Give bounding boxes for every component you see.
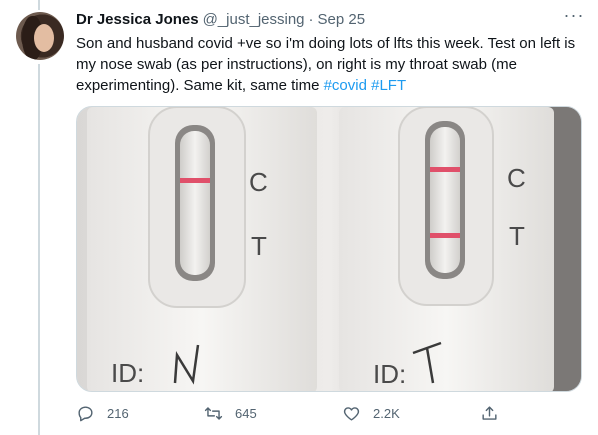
author-name[interactable]: Dr Jessica Jones: [76, 11, 199, 28]
avatar[interactable]: [16, 12, 64, 60]
separator-dot: ·: [308, 11, 314, 28]
reply-icon: [78, 405, 93, 421]
more-options-icon[interactable]: ···: [562, 6, 586, 28]
retweet-button[interactable]: 645: [204, 398, 257, 428]
author-handle[interactable]: @_just_jessing: [203, 11, 305, 28]
right-test-line: [430, 233, 460, 238]
right-t-label: T: [509, 221, 525, 251]
reply-count: 216: [107, 405, 129, 421]
left-control-line: [180, 178, 210, 183]
tweet-photo[interactable]: C T ID: C T ID:: [76, 106, 582, 392]
like-button[interactable]: 2.2K: [342, 398, 400, 428]
retweet-count: 645: [235, 405, 257, 421]
right-id-label: ID:: [373, 359, 406, 389]
left-id-label: ID:: [111, 358, 144, 388]
right-test-cassette: C T ID:: [339, 107, 554, 391]
reply-button[interactable]: 216: [76, 398, 129, 428]
hashtag-covid[interactable]: #covid: [324, 77, 367, 94]
share-button[interactable]: [480, 398, 499, 428]
share-icon: [482, 405, 497, 420]
lft-photo-illustration: C T ID: C T ID:: [77, 107, 581, 391]
right-control-line: [430, 167, 460, 172]
like-count: 2.2K: [373, 405, 400, 421]
left-test-cassette: C T ID:: [87, 107, 317, 391]
thread-line: [38, 64, 40, 435]
retweet-icon: [204, 406, 223, 420]
right-c-label: C: [507, 163, 526, 193]
tweet-header: Dr Jessica Jones @_just_jessing · Sep 25: [76, 11, 365, 28]
heart-icon: [343, 406, 360, 421]
tweet-actions: 216 645 2.2K: [70, 398, 580, 428]
hashtag-lft[interactable]: #LFT: [371, 77, 406, 94]
left-c-label: C: [249, 167, 268, 197]
thread-line-top: [38, 0, 40, 10]
tweet-text: Son and husband covid +ve so i'm doing l…: [76, 33, 584, 96]
left-t-label: T: [251, 231, 267, 261]
avatar-face: [34, 24, 54, 52]
tweet-date[interactable]: Sep 25: [318, 11, 366, 28]
